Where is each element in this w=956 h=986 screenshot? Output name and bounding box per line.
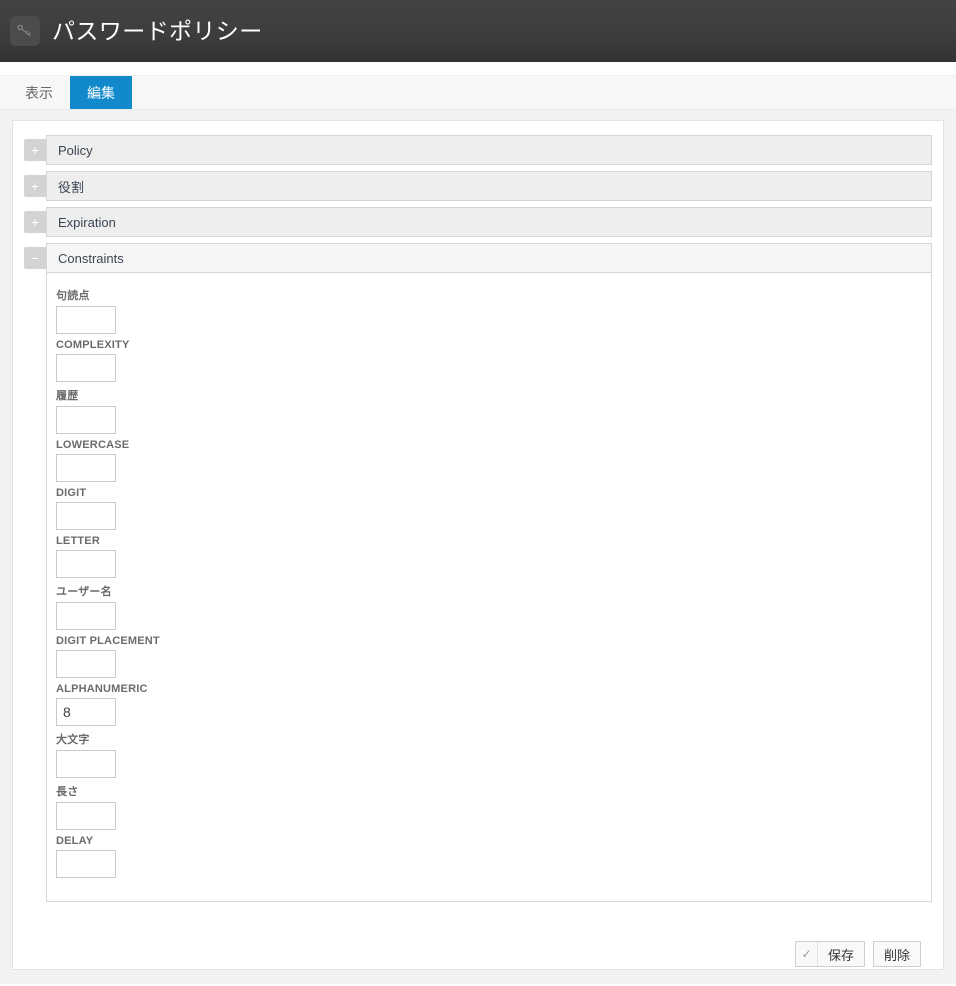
section-policy-toggle-icon[interactable]: +: [24, 139, 46, 161]
constraint-field-input[interactable]: [56, 650, 116, 678]
section-expiration: + Expiration: [24, 207, 932, 237]
tab-view[interactable]: 表示: [8, 76, 70, 109]
section-constraints-title: Constraints: [58, 251, 124, 266]
section-expiration-header[interactable]: Expiration: [46, 207, 932, 237]
constraint-field-label: ユーザー名: [56, 583, 917, 599]
constraint-field-input[interactable]: [56, 454, 116, 482]
constraint-field: COMPLEXITY: [56, 339, 917, 382]
constraint-field-input[interactable]: [56, 602, 116, 630]
constraint-field-label: LOWERCASE: [56, 439, 917, 451]
constraint-field-input[interactable]: [56, 698, 116, 726]
section-constraints: − Constraints 句読点 COMPLEXITY 履歴 LOWERCASE DI…: [24, 243, 932, 902]
constraint-field-label: LETTER: [56, 535, 917, 547]
constraint-field-input[interactable]: [56, 750, 116, 778]
key-icon: [10, 16, 40, 46]
constraint-field-label: DIGIT: [56, 487, 917, 499]
section-policy: + Policy: [24, 135, 932, 165]
constraint-field-label: DIGIT PLACEMENT: [56, 635, 917, 647]
constraint-field-input[interactable]: [56, 802, 116, 830]
tab-edit[interactable]: 編集: [70, 76, 132, 109]
app-header: パスワードポリシー: [0, 0, 956, 62]
constraint-field: 長さ: [56, 783, 917, 830]
section-policy-title: Policy: [58, 143, 93, 158]
constraint-field: LOWERCASE: [56, 439, 917, 482]
constraint-field: DIGIT PLACEMENT: [56, 635, 917, 678]
constraint-field: 履歴: [56, 387, 917, 434]
constraint-field: 大文字: [56, 731, 917, 778]
constraint-field-input[interactable]: [56, 550, 116, 578]
constraint-field: 句読点: [56, 287, 917, 334]
constraint-field: ALPHANUMERIC: [56, 683, 917, 726]
tabbar-wrapper: 表示 編集: [0, 62, 956, 110]
constraint-field-label: COMPLEXITY: [56, 339, 917, 351]
section-roles: + 役割: [24, 171, 932, 201]
constraint-field: ユーザー名: [56, 583, 917, 630]
save-button-label: 保存: [818, 942, 864, 966]
constraint-field: DELAY: [56, 835, 917, 878]
delete-button[interactable]: 削除: [873, 941, 921, 967]
form-actions: ✓ 保存 削除: [24, 908, 932, 967]
page-body: + Policy + 役割 + Expiration − Constraints: [0, 110, 956, 984]
constraint-field-label: 大文字: [56, 731, 917, 747]
constraint-field-input[interactable]: [56, 502, 116, 530]
constraint-field-input[interactable]: [56, 306, 116, 334]
check-icon: ✓: [796, 942, 818, 966]
constraint-field-input[interactable]: [56, 406, 116, 434]
section-constraints-body: 句読点 COMPLEXITY 履歴 LOWERCASE DIGIT LETTER ユーザー名…: [46, 273, 932, 902]
save-button[interactable]: ✓ 保存: [795, 941, 865, 967]
section-expiration-title: Expiration: [58, 215, 116, 230]
constraint-field-input[interactable]: [56, 354, 116, 382]
section-policy-header[interactable]: Policy: [46, 135, 932, 165]
policy-form: + Policy + 役割 + Expiration − Constraints: [12, 120, 944, 970]
constraint-field-input[interactable]: [56, 850, 116, 878]
constraint-field: DIGIT: [56, 487, 917, 530]
constraint-field-label: 句読点: [56, 287, 917, 303]
page-title: パスワードポリシー: [52, 20, 263, 43]
section-constraints-toggle-icon[interactable]: −: [24, 247, 46, 269]
section-roles-title: 役割: [58, 177, 84, 196]
constraint-field-label: 長さ: [56, 783, 917, 799]
constraint-field-label: DELAY: [56, 835, 917, 847]
section-expiration-toggle-icon[interactable]: +: [24, 211, 46, 233]
section-constraints-header[interactable]: Constraints: [46, 243, 932, 273]
tabbar: 表示 編集: [0, 75, 956, 110]
section-roles-header[interactable]: 役割: [46, 171, 932, 201]
delete-button-label: 削除: [874, 942, 920, 966]
constraint-field-label: ALPHANUMERIC: [56, 683, 917, 695]
constraint-field-label: 履歴: [56, 387, 917, 403]
section-roles-toggle-icon[interactable]: +: [24, 175, 46, 197]
constraint-field: LETTER: [56, 535, 917, 578]
